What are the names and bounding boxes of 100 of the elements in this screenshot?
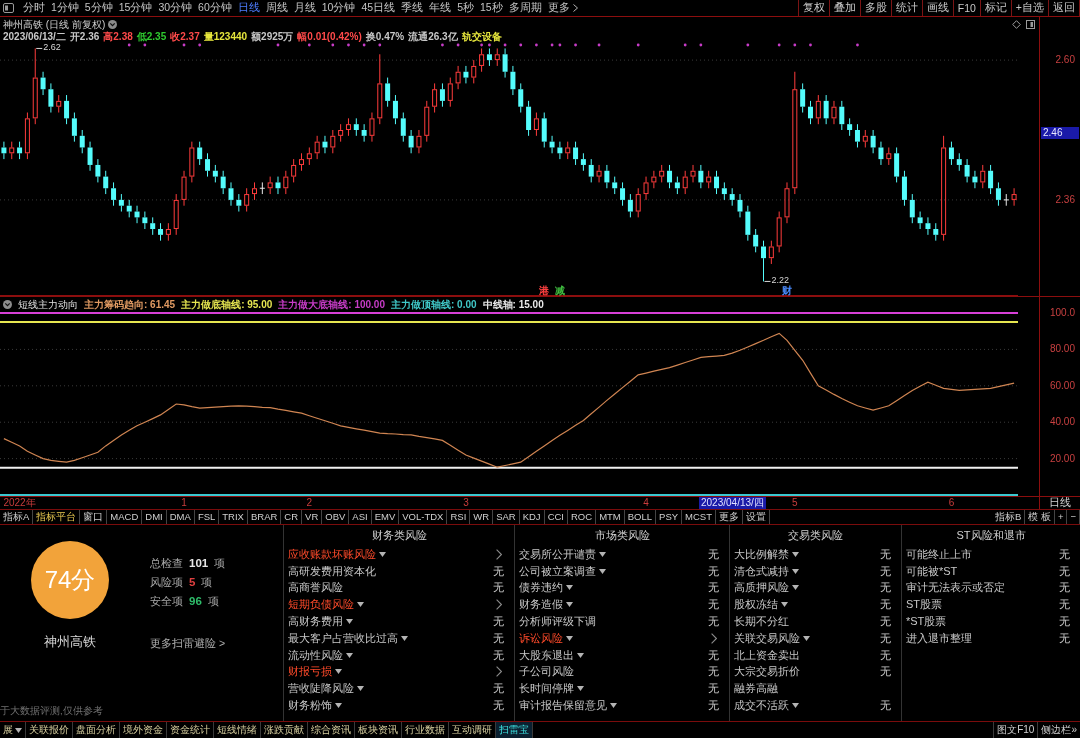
caret-down-icon[interactable] xyxy=(599,568,606,574)
caret-down-icon[interactable] xyxy=(357,686,364,692)
chevron-right-icon[interactable] xyxy=(496,599,502,611)
period-tab[interactable]: 45日线 xyxy=(358,0,399,16)
indicator-tab[interactable]: OBV xyxy=(322,510,350,524)
indicator-tab[interactable]: FSL xyxy=(194,510,220,524)
panel-button[interactable]: 侧边栏» xyxy=(1037,722,1080,738)
period-tab[interactable]: 30分钟 xyxy=(155,0,196,16)
toolbar-button[interactable]: 统计 xyxy=(890,0,923,16)
period-tab[interactable]: 月线 xyxy=(290,0,319,16)
caret-down-icon[interactable] xyxy=(803,635,810,641)
panel-button[interactable]: + xyxy=(1054,510,1068,524)
indicator-tab[interactable]: CR xyxy=(281,510,303,524)
toolbar-button[interactable]: +自选 xyxy=(1010,0,1049,16)
caret-down-icon[interactable] xyxy=(792,585,799,591)
bottom-tab[interactable]: 关联报价 xyxy=(26,722,73,738)
period-tab[interactable]: 60分钟 xyxy=(195,0,235,16)
panel-button[interactable]: 图文F10 xyxy=(993,722,1038,738)
indicator-tab[interactable]: EMV xyxy=(371,510,400,524)
toolbar-button[interactable]: 叠加 xyxy=(828,0,861,16)
indicator-tab[interactable]: 窗口 xyxy=(80,510,108,524)
indicator-tab[interactable]: RSI xyxy=(447,510,471,524)
indicator-tab[interactable]: KDJ xyxy=(519,510,545,524)
period-tab[interactable]: 5秒 xyxy=(454,0,477,16)
indicator-tab[interactable]: 指标平台 xyxy=(33,510,81,524)
indicator-tab[interactable]: BRAR xyxy=(247,510,282,524)
indicator-tab[interactable]: TRIX xyxy=(219,510,248,524)
caret-down-icon[interactable] xyxy=(792,703,799,709)
caret-down-icon[interactable] xyxy=(346,619,353,625)
caret-down-icon[interactable] xyxy=(379,551,386,557)
panel-icon[interactable] xyxy=(3,3,14,13)
caret-down-icon[interactable] xyxy=(566,635,573,641)
chevron-right-icon[interactable] xyxy=(496,548,502,560)
toolbar-button[interactable]: 多股 xyxy=(859,0,892,16)
caret-down-icon[interactable] xyxy=(335,669,342,675)
period-tab[interactable]: 年线 xyxy=(426,0,455,16)
period-tab[interactable]: 季线 xyxy=(398,0,427,16)
period-tab[interactable]: 15分钟 xyxy=(115,0,156,16)
more-link[interactable]: 更多扫雷避险 > xyxy=(150,637,226,651)
caret-down-icon[interactable] xyxy=(346,652,353,658)
caret-down-icon[interactable] xyxy=(781,602,788,608)
caret-down-icon[interactable] xyxy=(566,585,573,591)
diamond-icon[interactable] xyxy=(1012,20,1021,29)
bottom-tab[interactable]: 短线情绪 xyxy=(214,722,261,738)
caret-down-icon[interactable] xyxy=(610,703,617,709)
period-tab[interactable]: 15秒 xyxy=(476,0,506,16)
bottom-tab[interactable]: 涨跌贡献 xyxy=(261,722,308,738)
indicator-tab[interactable]: 指标A xyxy=(0,510,34,524)
indicator-tab[interactable]: BOLL xyxy=(624,510,657,524)
square-icon[interactable] xyxy=(1026,20,1035,29)
chevron-right-icon[interactable] xyxy=(496,666,502,678)
indicator-tab[interactable]: ROC xyxy=(568,510,597,524)
indicator-tab[interactable]: CCI xyxy=(544,510,568,524)
period-tab[interactable]: 周线 xyxy=(262,0,291,16)
period-tab[interactable]: 多周期 xyxy=(505,0,545,16)
period-tab[interactable]: 10分钟 xyxy=(318,0,359,16)
panel-button[interactable]: 模 板 xyxy=(1025,510,1055,524)
chevron-right-icon[interactable] xyxy=(711,632,717,644)
more-button[interactable]: 更多 xyxy=(544,0,581,16)
toolbar-button[interactable]: 标记 xyxy=(979,0,1012,16)
indicator-tab[interactable]: MTM xyxy=(596,510,625,524)
indicator-tab[interactable]: VOL-TDX xyxy=(399,510,448,524)
indicator-tab[interactable]: MACD xyxy=(107,510,143,524)
bottom-tab[interactable]: 展 xyxy=(0,722,26,738)
bottom-tab[interactable]: 资金统计 xyxy=(167,722,214,738)
caret-down-icon[interactable] xyxy=(335,703,342,709)
indicator-tab[interactable]: 更多 xyxy=(716,510,743,524)
panel-button[interactable]: − xyxy=(1067,510,1080,524)
period-tab[interactable]: 日线 xyxy=(234,0,263,16)
bottom-tab[interactable]: 行业数据 xyxy=(402,722,449,738)
indicator-tab[interactable]: 设置 xyxy=(743,510,770,524)
caret-down-icon[interactable] xyxy=(401,635,408,641)
caret-down-icon[interactable] xyxy=(357,602,364,608)
indicator-tab[interactable]: DMI xyxy=(142,510,167,524)
indicator-tab[interactable]: MCST xyxy=(682,510,716,524)
bottom-tab[interactable]: 盘面分析 xyxy=(73,722,120,738)
toolbar-button[interactable]: 返回 xyxy=(1048,0,1080,16)
caret-down-icon[interactable] xyxy=(577,652,584,658)
toolbar-button[interactable]: 复权 xyxy=(797,0,830,16)
indicator-tab[interactable]: PSY xyxy=(656,510,683,524)
caret-down-icon[interactable] xyxy=(792,551,799,557)
indicator-tab[interactable]: DMA xyxy=(166,510,195,524)
bottom-tab[interactable]: 综合资讯 xyxy=(308,722,355,738)
caret-down-icon[interactable] xyxy=(792,568,799,574)
caret-down-icon[interactable] xyxy=(599,551,606,557)
caret-down-icon[interactable] xyxy=(577,686,584,692)
indicator-tab[interactable]: ASI xyxy=(349,510,372,524)
bottom-tab[interactable]: 境外资金 xyxy=(120,722,167,738)
toolbar-button[interactable]: 画线 xyxy=(921,0,954,16)
bottom-tab[interactable]: 扫雷宝 xyxy=(496,722,533,738)
indicator-tab[interactable]: WR xyxy=(470,510,494,524)
caret-down-icon[interactable] xyxy=(566,602,573,608)
period-tab[interactable]: 1分钟 xyxy=(48,0,82,16)
toolbar-button[interactable]: F10 xyxy=(952,0,981,16)
panel-button[interactable]: 指标B xyxy=(991,510,1026,524)
period-tab[interactable]: 分时 xyxy=(20,0,48,16)
period-tab[interactable]: 5分钟 xyxy=(81,0,116,16)
indicator-tab[interactable]: SAR xyxy=(493,510,520,524)
dropdown-circle-icon[interactable] xyxy=(3,300,12,309)
bottom-tab[interactable]: 板块资讯 xyxy=(355,722,402,738)
